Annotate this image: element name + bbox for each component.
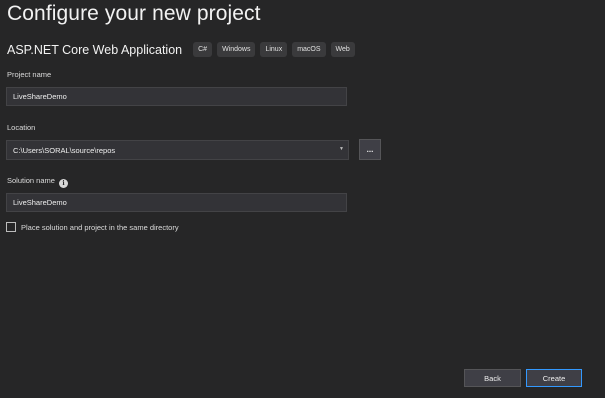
location-value: C:\Users\SORAL\source\repos	[13, 145, 116, 155]
template-name: ASP.NET Core Web Application	[7, 42, 183, 57]
tag-macos: macOS	[292, 42, 326, 57]
back-button[interactable]: Back	[464, 369, 521, 387]
info-icon[interactable]: i	[59, 179, 69, 188]
solution-name-input[interactable]	[6, 193, 347, 212]
solution-name-label: Solution name	[7, 176, 55, 185]
tag-web: Web	[330, 42, 355, 57]
page-title: Configure your new project	[7, 2, 261, 25]
solution-name-label-row: Solution name i	[7, 176, 69, 188]
location-dropdown[interactable]: C:\Users\SORAL\source\repos ▼	[6, 140, 349, 160]
project-name-label: Project name	[7, 70, 52, 79]
location-label: Location	[7, 123, 36, 132]
tag-linux: Linux	[260, 42, 288, 57]
project-name-input[interactable]	[6, 87, 347, 106]
same-directory-option[interactable]: Place solution and project in the same d…	[6, 222, 179, 232]
create-button[interactable]: Create	[526, 369, 582, 387]
template-info: ASP.NET Core Web Application C# Windows …	[7, 42, 360, 57]
configure-project-page: Configure your new project ASP.NET Core …	[0, 0, 605, 398]
browse-button[interactable]: ...	[359, 139, 381, 160]
same-directory-label[interactable]: Place solution and project in the same d…	[21, 223, 179, 232]
tag-windows: Windows	[217, 42, 256, 57]
chevron-down-icon[interactable]: ▼	[339, 146, 344, 152]
tag-csharp: C#	[193, 42, 213, 57]
same-directory-checkbox[interactable]	[6, 222, 16, 232]
